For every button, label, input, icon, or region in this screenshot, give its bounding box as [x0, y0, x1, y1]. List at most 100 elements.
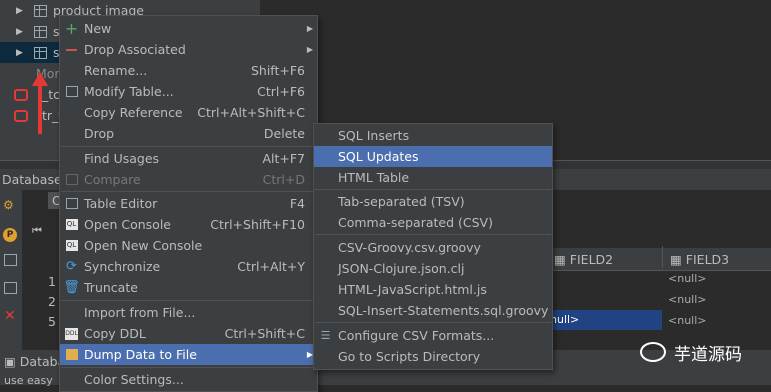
- menu-shortcut: Ctrl+F6: [257, 84, 305, 99]
- menu-item-find-usages[interactable]: Find Usages Alt+F7: [60, 148, 317, 169]
- submenu-item-sql-updates[interactable]: SQL Updates: [314, 146, 552, 167]
- database-tab[interactable]: ▣ Databa: [4, 354, 65, 369]
- submenu-item-scripts-dir[interactable]: Go to Scripts Directory: [314, 346, 552, 367]
- dump-submenu: SQL Inserts SQL Updates HTML Table Tab-s…: [313, 123, 553, 370]
- menu-item-modify-table[interactable]: Modify Table... Ctrl+F6: [60, 81, 317, 102]
- menu-item-drop[interactable]: Drop Delete: [60, 123, 317, 144]
- menu-shortcut: Ctrl+Shift+C: [224, 326, 305, 341]
- plus-icon: +: [64, 19, 79, 38]
- console-icon: QL: [65, 240, 78, 251]
- grid-cell[interactable]: <null>: [668, 314, 707, 327]
- menu-item-table-editor[interactable]: Table Editor F4: [60, 193, 317, 214]
- row-number: 5: [48, 314, 56, 329]
- menu-separator: [315, 189, 551, 190]
- row-number: 2: [48, 294, 56, 309]
- column-header-field2[interactable]: ▦ FIELD2: [554, 252, 613, 267]
- menu-separator: [61, 191, 316, 192]
- menu-label: SQL Inserts: [338, 128, 410, 143]
- expand-arrow-icon[interactable]: ▶: [16, 48, 28, 58]
- red-arrow-annotation-icon: [32, 72, 48, 134]
- menu-label: Dump Data to File: [84, 347, 197, 362]
- menu-label: CSV-Groovy.csv.groovy: [338, 240, 481, 255]
- grid-icon[interactable]: [4, 254, 17, 266]
- menu-label: Configure CSV Formats...: [338, 328, 495, 343]
- menu-label: Synchronize: [84, 259, 161, 274]
- sync-icon: ⟳: [66, 259, 77, 274]
- table-icon: [64, 84, 79, 99]
- minus-icon: [64, 42, 79, 57]
- menu-label: Compare: [84, 172, 141, 187]
- console-icon: QL: [65, 219, 78, 230]
- menu-label: Table Editor: [84, 196, 158, 211]
- dump-icon: [64, 347, 79, 362]
- menu-item-copy-ddl[interactable]: DDL Copy DDL Ctrl+Shift+C: [60, 323, 317, 344]
- menu-separator: [61, 300, 316, 301]
- menu-label: HTML-JavaScript.html.js: [338, 282, 487, 297]
- menu-shortcut: Ctrl+Alt+Y: [237, 259, 305, 274]
- menu-label: JSON-Clojure.json.clj: [338, 261, 465, 276]
- menu-shortcut: Shift+F6: [250, 63, 305, 78]
- menu-label: New: [84, 21, 112, 36]
- menu-item-open-console[interactable]: QL Open Console Ctrl+Shift+F10: [60, 214, 317, 235]
- menu-label: Rename...: [84, 63, 148, 78]
- menu-separator: [315, 234, 551, 235]
- column-divider: [662, 246, 663, 268]
- menu-item-color-settings[interactable]: Color Settings...: [60, 369, 317, 390]
- expand-arrow-icon[interactable]: ▶: [16, 6, 28, 16]
- menu-item-open-new-console[interactable]: QL Open New Console: [60, 235, 317, 256]
- table-icon: [34, 25, 47, 38]
- menu-label: Open Console: [84, 217, 171, 232]
- menu-label: SQL Updates: [338, 149, 419, 164]
- grid-cell[interactable]: <null>: [668, 293, 707, 306]
- red-table-icon: [14, 88, 28, 101]
- grid-icon[interactable]: [4, 282, 17, 294]
- submenu-item-html-javascript[interactable]: HTML-JavaScript.html.js: [314, 279, 552, 300]
- p-badge-icon[interactable]: P: [3, 228, 17, 242]
- menu-shortcut: Ctrl+Shift+F10: [210, 217, 305, 232]
- menu-item-new[interactable]: + New ▶: [60, 18, 317, 39]
- submenu-arrow-icon: ▶: [306, 45, 313, 54]
- menu-label: Tab-separated (TSV): [338, 194, 465, 209]
- column-header-field3[interactable]: ▦ FIELD3: [670, 252, 729, 267]
- table-icon: [64, 196, 79, 211]
- submenu-arrow-icon: ▶: [306, 24, 313, 33]
- submenu-item-json-clojure[interactable]: JSON-Clojure.json.clj: [314, 258, 552, 279]
- table-icon: [34, 46, 47, 59]
- menu-separator: [61, 367, 316, 368]
- submenu-item-tsv[interactable]: Tab-separated (TSV): [314, 191, 552, 212]
- menu-item-import-from-file[interactable]: Import from File...: [60, 302, 317, 323]
- column-label: FIELD2: [569, 252, 614, 267]
- submenu-item-sql-inserts[interactable]: SQL Inserts: [314, 125, 552, 146]
- context-menu: + New ▶ Drop Associated ▶ Rename... Shif…: [59, 15, 318, 392]
- wechat-icon: [640, 342, 666, 362]
- menu-item-truncate[interactable]: 🗑 Truncate: [60, 277, 317, 298]
- menu-shortcut: Alt+F7: [262, 151, 305, 166]
- menu-label: Truncate: [84, 280, 138, 295]
- grid-cell[interactable]: <null>: [668, 272, 707, 285]
- compare-icon: [64, 172, 79, 187]
- trash-icon: 🗑: [63, 280, 80, 295]
- menu-item-rename[interactable]: Rename... Shift+F6: [60, 60, 317, 81]
- submenu-item-csv[interactable]: Comma-separated (CSV): [314, 212, 552, 233]
- close-icon[interactable]: ✕: [4, 308, 16, 324]
- status-text: use easy: [4, 374, 53, 387]
- menu-item-dump-data-to-file[interactable]: Dump Data to File ▶: [60, 344, 317, 365]
- menu-shortcut: Ctrl+D: [262, 172, 305, 187]
- grid-header: ▦ FIELD2 ▦ FIELD3: [550, 246, 771, 271]
- red-table-icon: [14, 109, 28, 122]
- menu-item-drop-associated[interactable]: Drop Associated ▶: [60, 39, 317, 60]
- menu-item-synchronize[interactable]: ⟳ Synchronize Ctrl+Alt+Y: [60, 256, 317, 277]
- first-page-icon[interactable]: ⏮: [32, 224, 42, 238]
- submenu-item-configure-csv[interactable]: ☰ Configure CSV Formats...: [314, 325, 552, 346]
- settings-icon[interactable]: ⚙: [3, 198, 14, 212]
- grid-cell-selected[interactable]: null>: [550, 310, 662, 330]
- submenu-item-csv-groovy[interactable]: CSV-Groovy.csv.groovy: [314, 237, 552, 258]
- expand-arrow-icon[interactable]: ▶: [16, 27, 28, 37]
- menu-label: Modify Table...: [84, 84, 174, 99]
- menu-label: Import from File...: [84, 305, 196, 320]
- menu-item-copy-reference[interactable]: Copy Reference Ctrl+Alt+Shift+C: [60, 102, 317, 123]
- submenu-item-sql-insert-statements[interactable]: SQL-Insert-Statements.sql.groovy: [314, 300, 552, 321]
- ddl-icon: DDL: [64, 326, 79, 341]
- row-number: 1: [48, 274, 56, 289]
- submenu-item-html-table[interactable]: HTML Table: [314, 167, 552, 188]
